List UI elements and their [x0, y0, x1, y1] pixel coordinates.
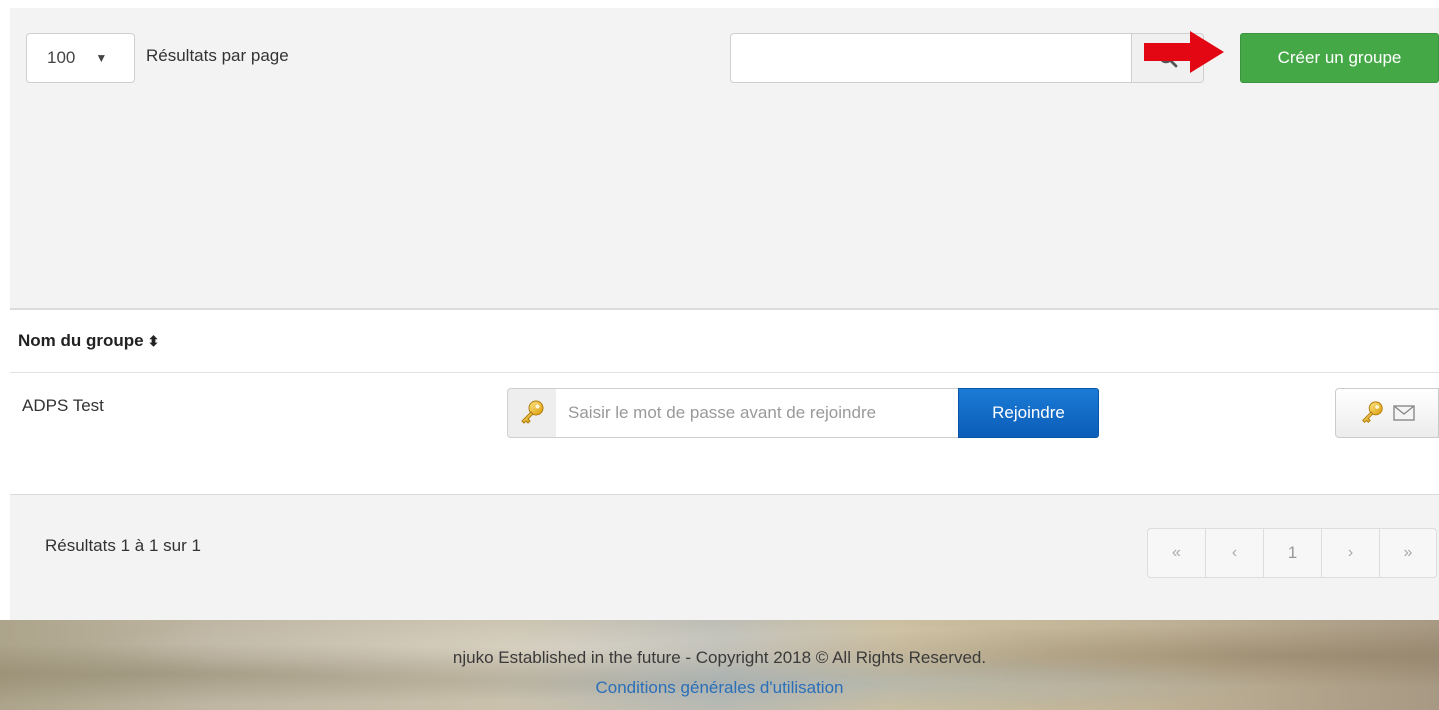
terms-link[interactable]: Conditions générales d'utilisation	[0, 678, 1439, 698]
divider	[10, 308, 1439, 310]
arrow-right-icon	[1144, 31, 1224, 73]
pagination-page[interactable]: 1	[1264, 529, 1322, 577]
create-group-button[interactable]: Créer un groupe	[1240, 33, 1439, 83]
footer-copyright: njuko Established in the future - Copyri…	[452, 648, 987, 667]
pagination-first[interactable]: «	[1148, 529, 1206, 577]
sort-icon: ⬍	[147, 333, 160, 349]
row-actions-button[interactable]	[1335, 388, 1439, 438]
search-input[interactable]	[730, 33, 1132, 83]
key-icon	[521, 400, 544, 424]
password-addon	[507, 388, 557, 438]
pagination-prev[interactable]: ‹	[1206, 529, 1264, 577]
pagination-last[interactable]: »	[1380, 529, 1436, 577]
group-password-input[interactable]	[556, 388, 959, 438]
row-divider	[10, 372, 1439, 373]
chevron-down-icon: ▼	[95, 51, 108, 65]
results-info: Résultats 1 à 1 sur 1	[45, 536, 201, 555]
column-header-group-name[interactable]: Nom du groupe ⬍	[18, 331, 159, 351]
page-size-select[interactable]: 100 ▼	[26, 33, 135, 83]
per-page-label: Résultats par page	[146, 46, 289, 65]
group-name: ADPS Test	[22, 396, 104, 415]
column-header-label: Nom du groupe	[18, 331, 144, 350]
page-size-value: 100	[47, 48, 76, 67]
pagination: « ‹ 1 › »	[1147, 528, 1437, 578]
key-icon	[1362, 401, 1383, 423]
join-button[interactable]: Rejoindre	[958, 388, 1099, 438]
pagination-next[interactable]: ›	[1322, 529, 1380, 577]
envelope-icon	[1393, 405, 1415, 421]
